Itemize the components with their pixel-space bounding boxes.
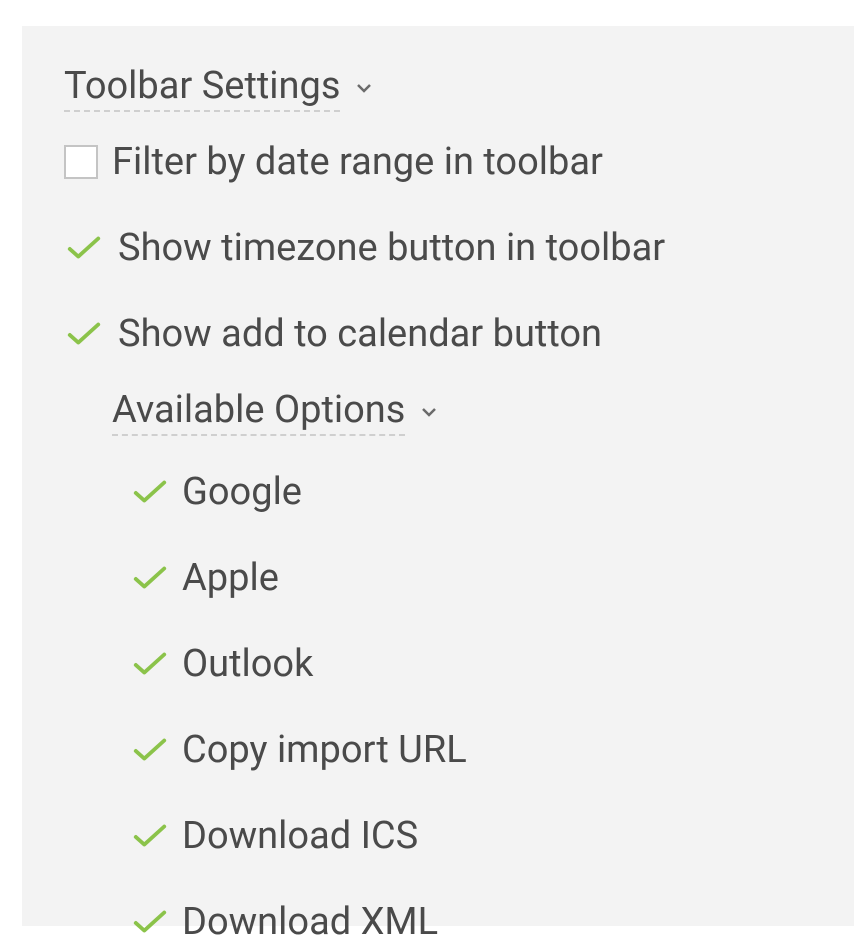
show-timezone-option[interactable]: Show timezone button in toolbar [64,226,812,270]
outlook-option[interactable]: Outlook [130,642,812,686]
checkbox-unchecked-icon [64,145,98,179]
checkmark-icon [130,908,170,936]
checkmark-icon [130,564,170,592]
show-timezone-label: Show timezone button in toolbar [118,226,665,270]
download-ics-label: Download ICS [182,814,418,858]
filter-date-range-option[interactable]: Filter by date range in toolbar [64,140,812,184]
apple-option[interactable]: Apple [130,556,812,600]
google-label: Google [182,470,302,514]
toolbar-settings-panel: Toolbar Settings Filter by date range in… [22,26,854,926]
copy-import-url-option[interactable]: Copy import URL [130,728,812,772]
checkmark-icon [130,650,170,678]
toolbar-settings-title: Toolbar Settings [64,64,340,112]
chevron-down-icon [354,78,374,98]
available-options-header[interactable]: Available Options [112,388,439,436]
filter-date-range-label: Filter by date range in toolbar [112,140,603,184]
download-xml-option[interactable]: Download XML [130,900,812,944]
show-add-to-calendar-option[interactable]: Show add to calendar button [64,312,812,356]
toolbar-settings-header[interactable]: Toolbar Settings [64,64,374,112]
available-options-subsection: Available Options Google Apple [64,388,812,944]
apple-label: Apple [182,556,279,600]
download-xml-label: Download XML [182,900,438,944]
checkmark-icon [64,234,104,262]
outlook-label: Outlook [182,642,313,686]
google-option[interactable]: Google [130,470,812,514]
chevron-down-icon [419,402,439,422]
checkmark-icon [130,736,170,764]
show-add-to-calendar-label: Show add to calendar button [118,312,602,356]
checkmark-icon [130,478,170,506]
checkmark-icon [130,822,170,850]
download-ics-option[interactable]: Download ICS [130,814,812,858]
available-options-title: Available Options [112,388,405,436]
checkmark-icon [64,320,104,348]
copy-import-url-label: Copy import URL [182,728,467,772]
